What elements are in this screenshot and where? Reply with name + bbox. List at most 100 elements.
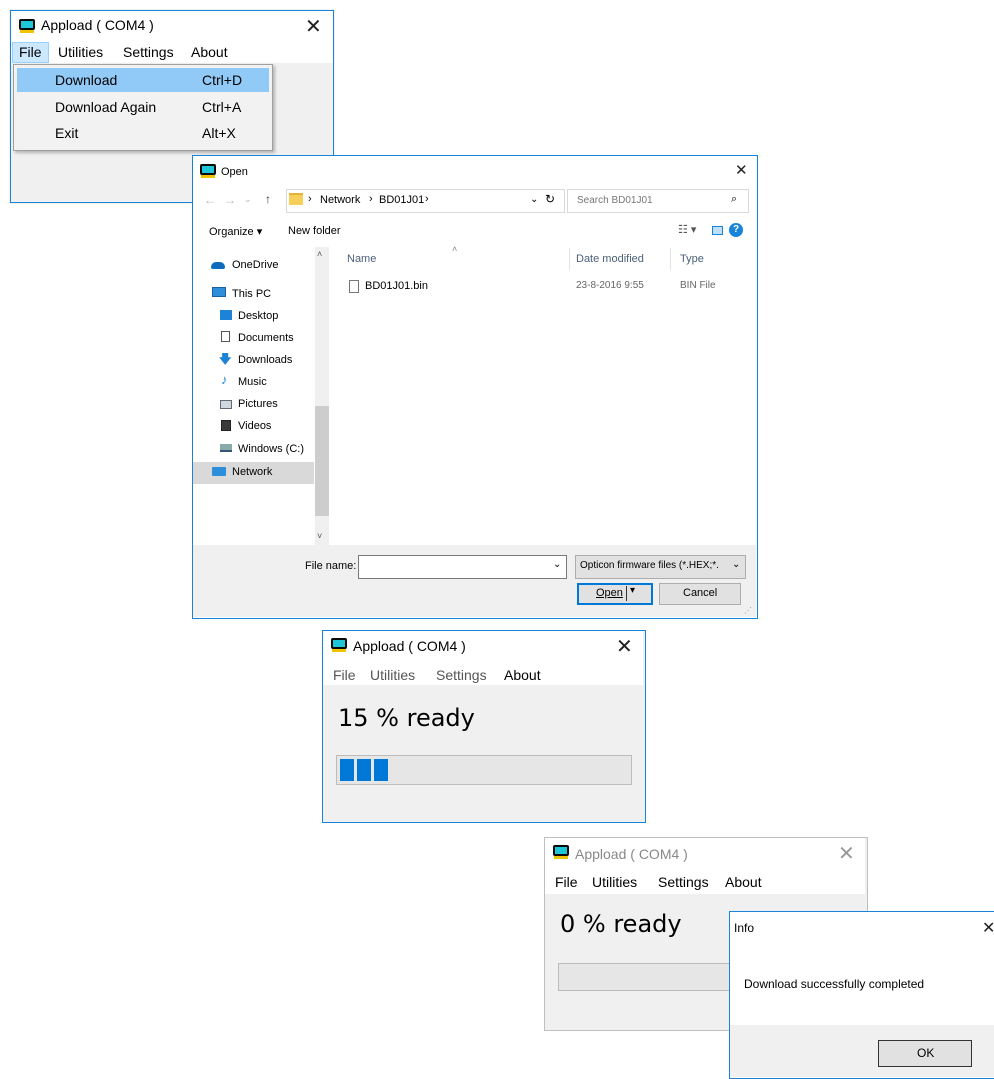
file-name-label: File name: bbox=[305, 560, 357, 572]
info-message: Download successfully completed bbox=[744, 977, 925, 991]
menu-utilities[interactable]: Utilities bbox=[592, 874, 637, 890]
window-title: Appload ( COM4 ) bbox=[575, 846, 688, 862]
nav-item-downloads[interactable]: Downloads bbox=[238, 354, 292, 366]
open-dropdown-icon[interactable]: ▾ bbox=[630, 585, 635, 596]
folder-icon bbox=[289, 193, 303, 205]
file-name-input[interactable] bbox=[358, 555, 567, 579]
nav-item-desktop[interactable]: Desktop bbox=[238, 310, 278, 322]
music-icon: ♪ bbox=[221, 372, 228, 387]
file-icon bbox=[349, 280, 359, 293]
scroll-down-icon[interactable]: ˅ bbox=[317, 531, 322, 541]
window-title: Appload ( COM4 ) bbox=[41, 17, 154, 33]
window-title: Appload ( COM4 ) bbox=[353, 638, 466, 654]
nav-item-onedrive[interactable]: OneDrive bbox=[232, 259, 278, 271]
address-dropdown-icon[interactable]: ⌄ bbox=[530, 194, 538, 205]
view-options-icon[interactable]: ☷ ▾ bbox=[678, 223, 696, 236]
status-text: 0 % ready bbox=[560, 910, 682, 938]
breadcrumb-sep-icon: › bbox=[425, 193, 429, 205]
progress-segment bbox=[340, 759, 354, 781]
help-icon[interactable]: ? bbox=[729, 223, 743, 237]
menu-utilities[interactable]: Utilities bbox=[370, 667, 415, 683]
menu-file[interactable]: File bbox=[19, 44, 42, 60]
file-date: 23-8-2016 9:55 bbox=[576, 280, 644, 291]
cancel-button-label: Cancel bbox=[683, 587, 718, 599]
app-icon bbox=[331, 638, 347, 652]
nav-item-this-pc[interactable]: This PC bbox=[232, 288, 271, 300]
app-icon bbox=[553, 845, 569, 859]
pictures-icon bbox=[220, 400, 232, 409]
menu-item-shortcut: Ctrl+A bbox=[202, 99, 242, 115]
file-type-dropdown-icon[interactable]: ⌄ bbox=[732, 559, 740, 570]
forward-arrow-icon[interactable]: → bbox=[224, 193, 236, 207]
menu-file[interactable]: File bbox=[333, 667, 356, 683]
documents-icon bbox=[221, 331, 230, 342]
downloads-icon: 🡇 bbox=[219, 352, 232, 366]
app-icon bbox=[19, 19, 35, 33]
search-icon[interactable]: ⌕ bbox=[731, 193, 737, 206]
menu-settings[interactable]: Settings bbox=[658, 874, 709, 890]
resize-grip-icon[interactable]: ⋰ bbox=[744, 606, 752, 615]
breadcrumb-bd01j01[interactable]: BD01J01 bbox=[379, 194, 424, 206]
file-type-value: Opticon firmware files (*.HEX;*. bbox=[580, 560, 719, 571]
menu-about[interactable]: About bbox=[191, 44, 228, 60]
computer-icon bbox=[212, 287, 226, 297]
menu-item-shortcut: Ctrl+D bbox=[202, 72, 243, 88]
nav-item-pictures[interactable]: Pictures bbox=[238, 398, 278, 410]
file-name[interactable]: BD01J01.bin bbox=[365, 280, 428, 292]
file-type: BIN File bbox=[680, 280, 716, 291]
app-icon bbox=[200, 164, 216, 178]
close-icon[interactable]: ✕ bbox=[305, 16, 322, 36]
up-arrow-icon[interactable]: ↑ bbox=[265, 192, 271, 206]
column-header-date[interactable]: Date modified bbox=[576, 253, 644, 265]
menu-about[interactable]: About bbox=[504, 667, 541, 683]
close-icon[interactable]: ✕ bbox=[735, 160, 748, 180]
title-bar: Appload ( COM4 ) ✕ bbox=[11, 11, 333, 41]
breadcrumb-sep-icon: › bbox=[308, 193, 312, 205]
close-icon[interactable]: ✕ bbox=[982, 918, 994, 938]
close-icon[interactable]: ✕ bbox=[616, 636, 633, 656]
progress-bar bbox=[336, 755, 632, 785]
column-divider bbox=[670, 248, 671, 270]
file-menu-dropdown: Download Ctrl+D Download Again Ctrl+A Ex… bbox=[13, 64, 273, 151]
progress-segment bbox=[357, 759, 371, 781]
file-name-dropdown-icon[interactable]: ⌄ bbox=[553, 559, 561, 570]
nav-item-windows-c[interactable]: Windows (C:) bbox=[238, 443, 304, 455]
refresh-icon[interactable]: ↻ bbox=[545, 192, 555, 206]
menu-settings[interactable]: Settings bbox=[436, 667, 487, 683]
open-split-divider bbox=[626, 586, 627, 601]
nav-scrollbar-thumb[interactable] bbox=[315, 406, 329, 516]
status-text: 15 % ready bbox=[338, 704, 475, 732]
dialog-title: Open bbox=[221, 166, 248, 178]
desktop-icon bbox=[220, 310, 232, 320]
nav-item-music[interactable]: Music bbox=[238, 376, 267, 388]
recent-dropdown-icon[interactable]: ⌄ bbox=[244, 194, 252, 205]
menu-item-download[interactable]: Download Ctrl+D bbox=[17, 68, 269, 92]
menu-item-label: Exit bbox=[55, 125, 79, 141]
breadcrumb-network[interactable]: Network bbox=[320, 194, 360, 206]
dialog-title: Info bbox=[734, 921, 755, 935]
organize-button[interactable]: Organize ▾ bbox=[209, 225, 262, 238]
menu-file[interactable]: File bbox=[555, 874, 578, 890]
menu-item-shortcut: Alt+X bbox=[202, 125, 236, 141]
close-icon[interactable]: ✕ bbox=[838, 843, 855, 863]
menu-item-label: Download Again bbox=[55, 99, 157, 115]
nav-item-network[interactable]: Network bbox=[232, 466, 272, 478]
nav-item-videos[interactable]: Videos bbox=[238, 420, 271, 432]
drive-icon bbox=[220, 444, 232, 452]
back-arrow-icon[interactable]: ← bbox=[204, 193, 216, 207]
menu-about[interactable]: About bbox=[725, 874, 762, 890]
sort-arrow-icon: ˄ bbox=[452, 244, 458, 254]
scroll-up-icon[interactable]: ˄ bbox=[317, 249, 322, 259]
menu-utilities[interactable]: Utilities bbox=[58, 44, 103, 60]
nav-item-documents[interactable]: Documents bbox=[238, 332, 294, 344]
menu-settings[interactable]: Settings bbox=[123, 44, 174, 60]
menu-item-download-again[interactable]: Download Again Ctrl+A bbox=[17, 95, 269, 119]
network-icon bbox=[212, 467, 226, 476]
column-header-type[interactable]: Type bbox=[680, 253, 704, 265]
new-folder-button[interactable]: New folder bbox=[288, 225, 341, 237]
preview-pane-icon[interactable] bbox=[712, 226, 723, 235]
column-header-name[interactable]: Name bbox=[347, 253, 376, 265]
menu-item-label: Download bbox=[55, 72, 118, 88]
search-placeholder: Search BD01J01 bbox=[577, 195, 653, 206]
menu-item-exit[interactable]: Exit Alt+X bbox=[17, 121, 269, 145]
